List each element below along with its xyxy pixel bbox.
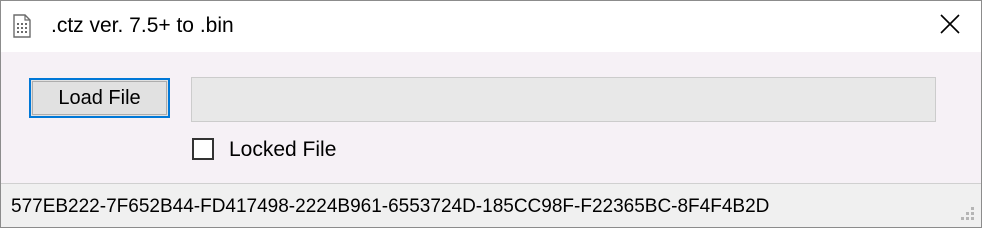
status-bar: 577EB222-7F652B44-FD417498-2224B961-6553…	[1, 184, 981, 227]
title-bar[interactable]: .ctz ver. 7.5+ to .bin	[1, 1, 981, 52]
document-icon	[13, 14, 31, 38]
close-button[interactable]	[919, 1, 981, 52]
resize-grip-icon[interactable]	[957, 203, 975, 221]
load-file-button[interactable]: Load File	[29, 78, 170, 118]
window-title: .ctz ver. 7.5+ to .bin	[51, 14, 234, 37]
close-icon	[939, 13, 961, 40]
app-window: .ctz ver. 7.5+ to .bin Load File Locked …	[0, 0, 982, 228]
locked-file-label[interactable]: Locked File	[229, 137, 336, 163]
status-text: 577EB222-7F652B44-FD417498-2224B961-6553…	[11, 196, 770, 217]
locked-file-checkbox[interactable]	[192, 138, 214, 160]
load-file-button-label: Load File	[58, 86, 141, 109]
file-path-field[interactable]	[191, 77, 936, 122]
